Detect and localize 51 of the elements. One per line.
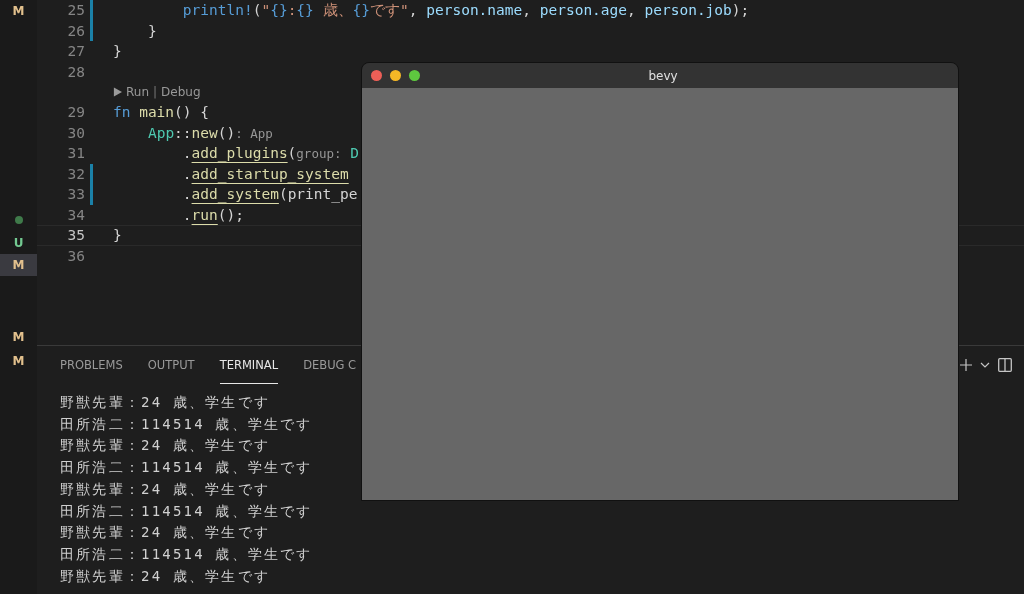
panel-tab[interactable]: DEBUG C — [303, 346, 357, 384]
terminal-line: 野獣先輩：24 歳、学生です — [60, 479, 272, 499]
code-line: } — [113, 43, 122, 60]
git-status-letter: M — [12, 258, 25, 272]
terminal-line: 野獣先輩：24 歳、学生です — [60, 566, 272, 586]
code-line: .run(); — [181, 206, 244, 223]
line-number: 32 — [66, 165, 85, 182]
debug-link[interactable]: Debug — [161, 85, 201, 99]
minimize-icon[interactable] — [390, 70, 401, 81]
chevron-down-icon[interactable] — [980, 362, 990, 368]
panel-tab[interactable]: PROBLEMS — [60, 346, 123, 384]
run-icon — [113, 87, 122, 97]
terminal-line: 田所浩二：114514 歳、学生です — [60, 414, 314, 434]
line-number: 33 — [66, 186, 85, 203]
line-number: 27 — [66, 43, 85, 60]
line-number: 25 — [66, 2, 85, 19]
git-status-letter: U — [13, 236, 24, 250]
code-line: .add_startup_system — [181, 165, 349, 182]
maximize-icon[interactable] — [409, 70, 420, 81]
line-number: 35 — [66, 227, 85, 244]
panel-tab[interactable]: TERMINAL — [219, 346, 279, 384]
code-line: fn main() { — [113, 104, 209, 121]
panel-tab[interactable]: OUTPUT — [147, 346, 195, 384]
line-number: 26 — [66, 22, 85, 39]
line-number: 29 — [66, 104, 85, 121]
code-line: .add_system(print_pe — [181, 186, 358, 203]
add-icon[interactable] — [960, 359, 972, 371]
git-status-letter: M — [12, 354, 25, 368]
code-line: } — [146, 22, 157, 39]
terminal-line: 田所浩二：114514 歳、学生です — [60, 544, 314, 564]
git-status-letter: M — [12, 4, 25, 18]
code-line: println!("{}:{} 歳、{}です", person.name, person.age, person.job); — [181, 0, 750, 20]
line-number: 34 — [66, 206, 85, 223]
terminal-line: 田所浩二：114514 歳、学生です — [60, 458, 314, 478]
line-number: 36 — [66, 247, 85, 264]
window-title: bevy — [647, 68, 679, 83]
line-number: 28 — [66, 63, 85, 80]
code-line: App::new(): App — [146, 124, 273, 141]
terminal-line: 田所浩二：114514 歳、学生です — [60, 501, 314, 521]
terminal-line: 野獣先輩：24 歳、学生です — [60, 523, 272, 543]
line-number: 31 — [66, 145, 85, 162]
run-link[interactable]: Run — [126, 85, 149, 99]
terminal-line: 野獣先輩：24 歳、学生です — [60, 393, 272, 412]
split-icon[interactable] — [998, 358, 1012, 372]
separator: | — [153, 85, 158, 99]
git-status-letter: M — [12, 330, 25, 344]
code-line: .add_plugins(group: D — [181, 145, 359, 162]
code-line: } — [113, 227, 122, 244]
line-number: 30 — [66, 124, 85, 141]
terminal-line: 野獣先輩：24 歳、学生です — [60, 436, 272, 456]
close-icon[interactable] — [371, 70, 382, 81]
